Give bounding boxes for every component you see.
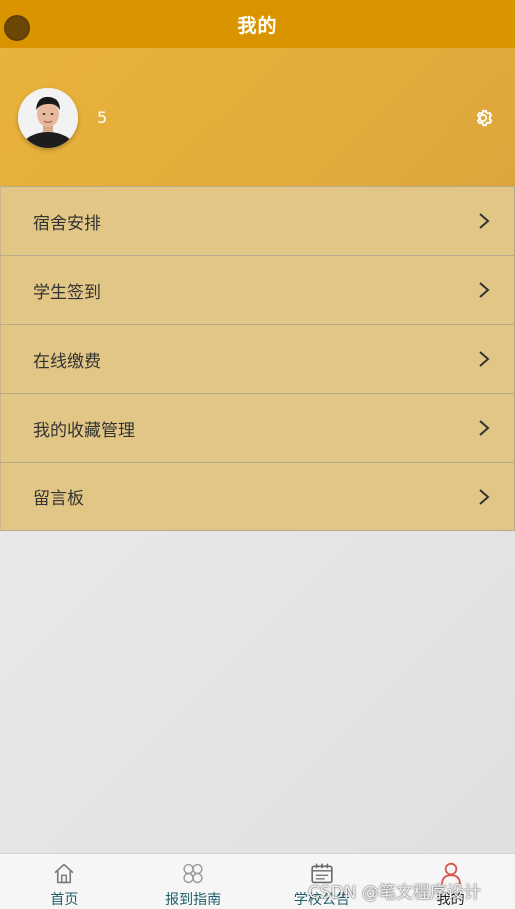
menu-item-label: 留言板 xyxy=(33,489,84,509)
user-icon xyxy=(440,862,461,885)
bottom-tab-bar: 首页 报到指南 学校公告 我的 xyxy=(0,853,515,909)
tab-mine[interactable]: 我的 xyxy=(386,854,515,909)
menu-item-online-payment[interactable]: 在线缴费 xyxy=(0,324,515,393)
grid-knot-icon xyxy=(183,863,203,884)
menu-item-student-checkin[interactable]: 学生签到 xyxy=(0,255,515,324)
gear-icon[interactable] xyxy=(472,107,494,129)
my-page-screen: 我的 5 宿舍安排 学生签到 在线缴费 我的收藏管理 留言板 首页 报到指南 学… xyxy=(0,0,515,909)
chevron-right-icon xyxy=(479,282,490,298)
chevron-right-icon xyxy=(479,489,490,505)
top-bar: 我的 xyxy=(0,0,515,48)
menu-list: 宿舍安排 学生签到 在线缴费 我的收藏管理 留言板 xyxy=(0,186,515,531)
menu-item-label: 在线缴费 xyxy=(33,351,101,372)
menu-item-label: 我的收藏管理 xyxy=(33,420,135,441)
menu-item-label: 学生签到 xyxy=(33,282,101,303)
chevron-right-icon xyxy=(479,420,490,436)
menu-item-dorm-arrangement[interactable]: 宿舍安排 xyxy=(0,186,515,255)
tab-school-notice[interactable]: 学校公告 xyxy=(258,854,387,909)
avatar-photo-icon xyxy=(18,88,78,148)
tab-label: 首页 xyxy=(50,892,79,908)
tab-enrollment-guide[interactable]: 报到指南 xyxy=(129,854,258,909)
calendar-icon xyxy=(311,863,333,884)
chevron-right-icon xyxy=(479,213,490,229)
tab-label: 我的 xyxy=(436,892,465,908)
menu-item-label: 宿舍安排 xyxy=(33,213,101,234)
tab-label: 学校公告 xyxy=(293,892,350,908)
avatar[interactable] xyxy=(18,88,78,148)
tab-home[interactable]: 首页 xyxy=(0,854,129,909)
profile-header: 5 xyxy=(0,48,515,186)
page-title: 我的 xyxy=(237,14,278,37)
menu-item-message-board[interactable]: 留言板 xyxy=(0,462,515,531)
tab-label: 报到指南 xyxy=(165,892,222,908)
chevron-right-icon xyxy=(479,351,490,367)
menu-item-favorites-management[interactable]: 我的收藏管理 xyxy=(0,393,515,462)
home-icon xyxy=(54,863,74,884)
username: 5 xyxy=(97,108,108,127)
floating-dot-icon[interactable] xyxy=(4,15,30,41)
